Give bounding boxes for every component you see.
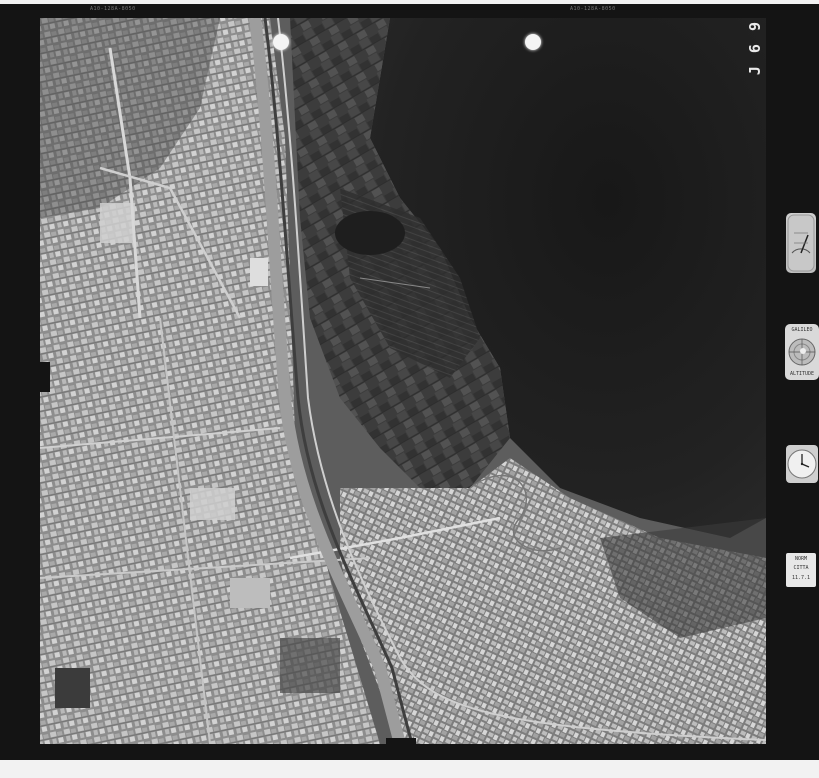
top-strip-code-right: A10-128A-8050 [570, 6, 616, 12]
aerial-photo-rendering [40, 18, 766, 744]
bubble-level-icon: GALILEO ALTITUDE [785, 324, 819, 380]
frame-counter-icon: NORM CITTA 11.7.1 [786, 553, 816, 587]
counter-line-2: CITTA [793, 565, 809, 571]
edge-notch-left [36, 362, 50, 392]
aerial-photograph [40, 18, 766, 744]
counter-line-3: 11.7.1 [791, 575, 811, 581]
clock-icon [786, 445, 818, 483]
frame-code: J 6 9 [746, 20, 764, 76]
top-strip-code-left: A10-128A-8050 [90, 6, 136, 12]
level-label-bottom: ALTITUDE [789, 371, 815, 377]
edge-notch-bottom [386, 738, 416, 752]
counter-line-1: NORM [794, 556, 808, 562]
altimeter-dial-icon [786, 213, 816, 273]
fiducial-mark-left [273, 34, 289, 50]
fiducial-mark-right [525, 34, 541, 50]
